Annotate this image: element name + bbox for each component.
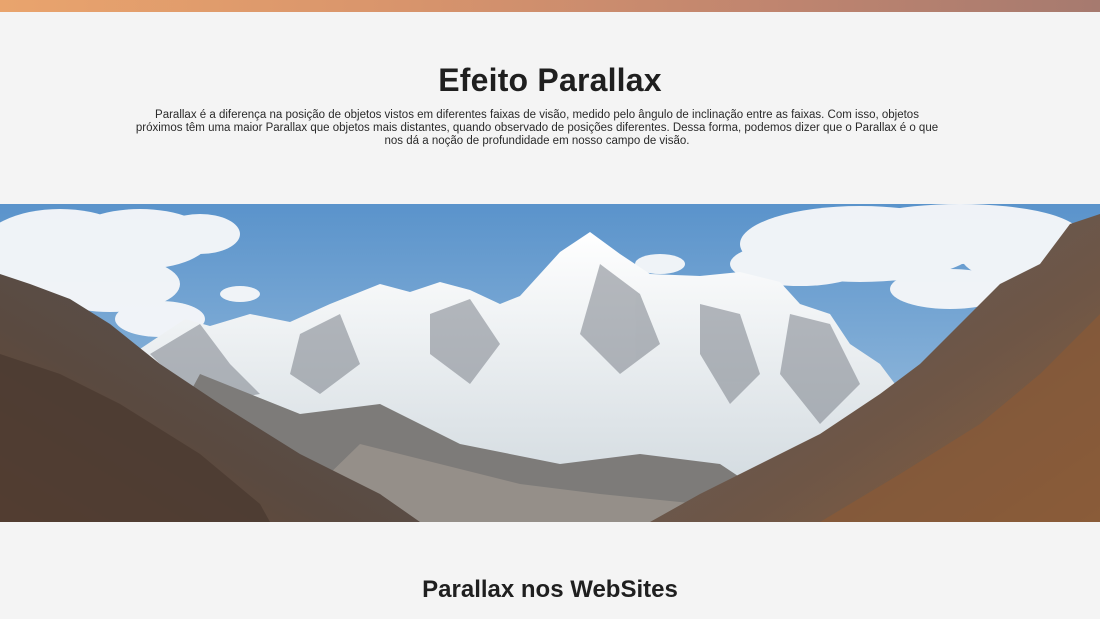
mountain-illustration (0, 204, 1100, 522)
intro-section: Efeito Parallax Parallax é a diferença n… (0, 12, 1100, 204)
header-gradient-band (0, 0, 1100, 12)
websites-title: Parallax nos WebSites (422, 576, 678, 603)
intro-paragraph: Parallax é a diferença na posição de obj… (135, 109, 939, 147)
intro-title: Efeito Parallax (438, 62, 662, 98)
parallax-mountain-image (0, 204, 1100, 522)
websites-section: Parallax nos WebSites (0, 522, 1100, 619)
